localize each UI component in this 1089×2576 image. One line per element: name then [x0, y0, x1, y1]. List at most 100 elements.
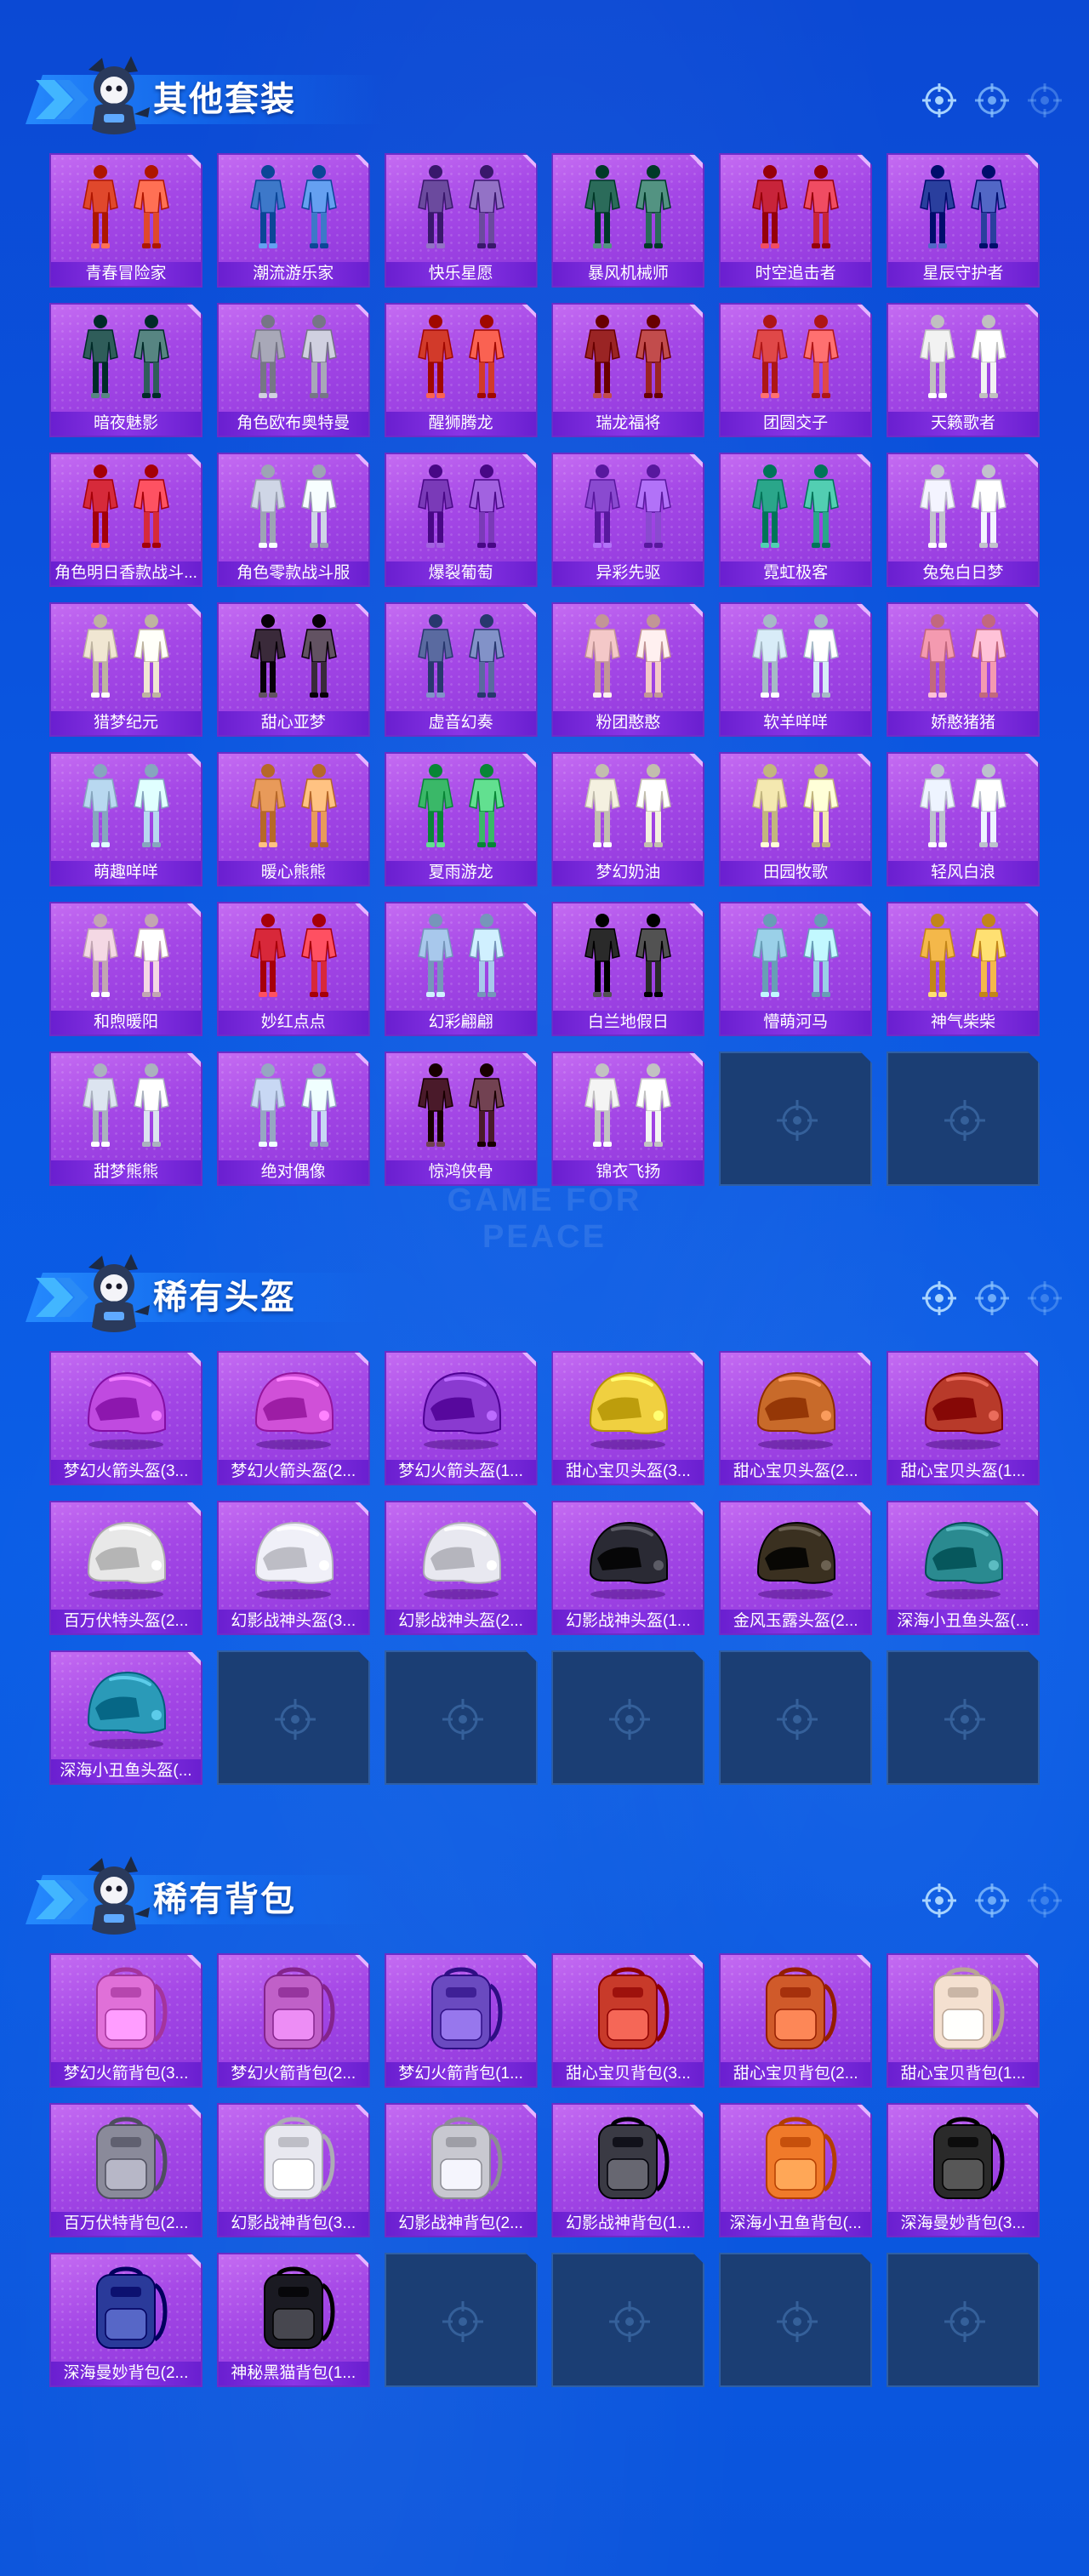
item-card[interactable]: 娇憨猪猪	[887, 602, 1040, 737]
item-card[interactable]: 深海小丑鱼头盔(...	[887, 1501, 1040, 1635]
backpack-icon	[219, 2108, 368, 2210]
item-card[interactable]: 异彩先驱	[551, 453, 704, 587]
item-card[interactable]: 暖心熊熊	[217, 752, 370, 886]
item-card[interactable]: 妙红点点	[217, 902, 370, 1036]
item-card[interactable]: 虚音幻奏	[385, 602, 538, 737]
item-card[interactable]: 暗夜魅影	[49, 303, 202, 437]
item-card[interactable]: 猎梦纪元	[49, 602, 202, 737]
item-card[interactable]: 软羊咩咩	[719, 602, 872, 737]
item-card[interactable]: 兔兔白日梦	[887, 453, 1040, 587]
outfit-icon	[219, 158, 368, 260]
item-card[interactable]: 梦幻火箭头盔(3...	[49, 1351, 202, 1485]
item-card[interactable]: 角色明日香款战斗...	[49, 453, 202, 587]
item-card[interactable]: 甜心亚梦	[217, 602, 370, 737]
card-corner-accent	[522, 1053, 536, 1067]
crosshair-icon	[921, 1882, 958, 1919]
outfit-icon	[219, 757, 368, 859]
item-label: 深海小丑鱼头盔(...	[888, 1610, 1038, 1633]
item-card[interactable]: 时空追击者	[719, 153, 872, 288]
item-card[interactable]: 爆裂葡萄	[385, 453, 538, 587]
item-card[interactable]: 青春冒险家	[49, 153, 202, 288]
helmet-icon	[219, 1506, 368, 1608]
card-corner-accent	[187, 1053, 201, 1067]
crosshair-icon	[1026, 1882, 1063, 1919]
card-corner-accent	[522, 2105, 536, 2118]
item-card[interactable]: 甜心宝贝头盔(2...	[719, 1351, 872, 1485]
item-card[interactable]: 梦幻火箭背包(3...	[49, 1953, 202, 2088]
item-card[interactable]: 轻风白浪	[887, 752, 1040, 886]
item-card[interactable]: 甜心宝贝背包(2...	[719, 1953, 872, 2088]
item-card[interactable]: 惊鸿侠骨	[385, 1051, 538, 1186]
crosshair-icon	[973, 1882, 1011, 1919]
item-card[interactable]: 神秘黑猫背包(1...	[217, 2253, 370, 2387]
outfit-icon	[721, 607, 870, 710]
item-card[interactable]: 角色欧布奥特曼	[217, 303, 370, 437]
outfit-icon	[51, 607, 201, 710]
item-card[interactable]: 甜梦熊熊	[49, 1051, 202, 1186]
card-corner-accent	[689, 1502, 703, 1516]
item-card[interactable]: 懵萌河马	[719, 902, 872, 1036]
item-card[interactable]: 深海曼妙背包(2...	[49, 2253, 202, 2387]
item-card[interactable]: 田园牧歌	[719, 752, 872, 886]
empty-slot	[551, 2253, 704, 2387]
outfit-icon	[51, 308, 201, 410]
item-card[interactable]: 幻影战神头盔(1...	[551, 1501, 704, 1635]
item-card[interactable]: 夏雨游龙	[385, 752, 538, 886]
item-card[interactable]: 霓虹极客	[719, 453, 872, 587]
item-card[interactable]: 梦幻火箭背包(2...	[217, 1953, 370, 2088]
item-card[interactable]: 白兰地假日	[551, 902, 704, 1036]
item-label: 金风玉露头盔(2...	[721, 1610, 870, 1633]
item-label: 甜心宝贝头盔(2...	[721, 1460, 870, 1484]
item-card[interactable]: 绝对偶像	[217, 1051, 370, 1186]
backpack-icon	[51, 2258, 201, 2360]
section-header: 稀有背包	[26, 1851, 1063, 1945]
crosshair-icon	[921, 1279, 958, 1317]
item-card[interactable]: 幻影战神背包(3...	[217, 2103, 370, 2237]
item-card[interactable]: 锦衣飞扬	[551, 1051, 704, 1186]
item-card[interactable]: 甜心宝贝背包(1...	[887, 1953, 1040, 2088]
item-card[interactable]: 甜心宝贝头盔(1...	[887, 1351, 1040, 1485]
item-card[interactable]: 潮流游乐家	[217, 153, 370, 288]
item-card[interactable]: 深海小丑鱼背包(...	[719, 2103, 872, 2237]
item-card[interactable]: 幻彩翩翩	[385, 902, 538, 1036]
item-card[interactable]: 深海小丑鱼头盔(...	[49, 1650, 202, 1785]
item-card[interactable]: 和煦暖阳	[49, 902, 202, 1036]
item-card[interactable]: 深海曼妙背包(3...	[887, 2103, 1040, 2237]
item-label: 幻影战神背包(1...	[553, 2212, 703, 2236]
item-card[interactable]: 瑞龙福将	[551, 303, 704, 437]
item-card[interactable]: 百万伏特头盔(2...	[49, 1501, 202, 1635]
item-card[interactable]: 幻影战神头盔(3...	[217, 1501, 370, 1635]
item-card[interactable]: 神气柴柴	[887, 902, 1040, 1036]
card-corner-accent	[857, 305, 870, 318]
item-card[interactable]: 梦幻火箭背包(1...	[385, 1953, 538, 2088]
item-label: 梦幻火箭头盔(1...	[386, 1460, 536, 1484]
item-card[interactable]: 甜心宝贝头盔(3...	[551, 1351, 704, 1485]
card-corner-accent	[1024, 1502, 1038, 1516]
item-card[interactable]: 醒狮腾龙	[385, 303, 538, 437]
card-corner-accent	[689, 305, 703, 318]
item-card[interactable]: 甜心宝贝背包(3...	[551, 1953, 704, 2088]
item-card[interactable]: 星辰守护者	[887, 153, 1040, 288]
helmet-icon	[888, 1506, 1038, 1608]
item-label: 梦幻奶油	[553, 861, 703, 885]
item-card[interactable]: 百万伏特背包(2...	[49, 2103, 202, 2237]
item-card[interactable]: 团圆交子	[719, 303, 872, 437]
card-corner-accent	[187, 305, 201, 318]
card-corner-accent	[1024, 454, 1038, 468]
item-card[interactable]: 粉团憨憨	[551, 602, 704, 737]
item-card[interactable]: 金风玉露头盔(2...	[719, 1501, 872, 1635]
item-card[interactable]: 萌趣咩咩	[49, 752, 202, 886]
item-card[interactable]: 角色零款战斗服	[217, 453, 370, 587]
item-card[interactable]: 暴风机械师	[551, 153, 704, 288]
item-card[interactable]: 幻影战神背包(2...	[385, 2103, 538, 2237]
item-card[interactable]: 快乐星愿	[385, 153, 538, 288]
item-card[interactable]: 梦幻奶油	[551, 752, 704, 886]
backpack-icon	[386, 1958, 536, 2060]
item-card[interactable]: 天籁歌者	[887, 303, 1040, 437]
item-card[interactable]: 梦幻火箭头盔(2...	[217, 1351, 370, 1485]
item-label: 懵萌河马	[721, 1011, 870, 1034]
item-card[interactable]: 幻影战神背包(1...	[551, 2103, 704, 2237]
card-corner-accent	[1024, 305, 1038, 318]
item-card[interactable]: 梦幻火箭头盔(1...	[385, 1351, 538, 1485]
item-card[interactable]: 幻影战神头盔(2...	[385, 1501, 538, 1635]
